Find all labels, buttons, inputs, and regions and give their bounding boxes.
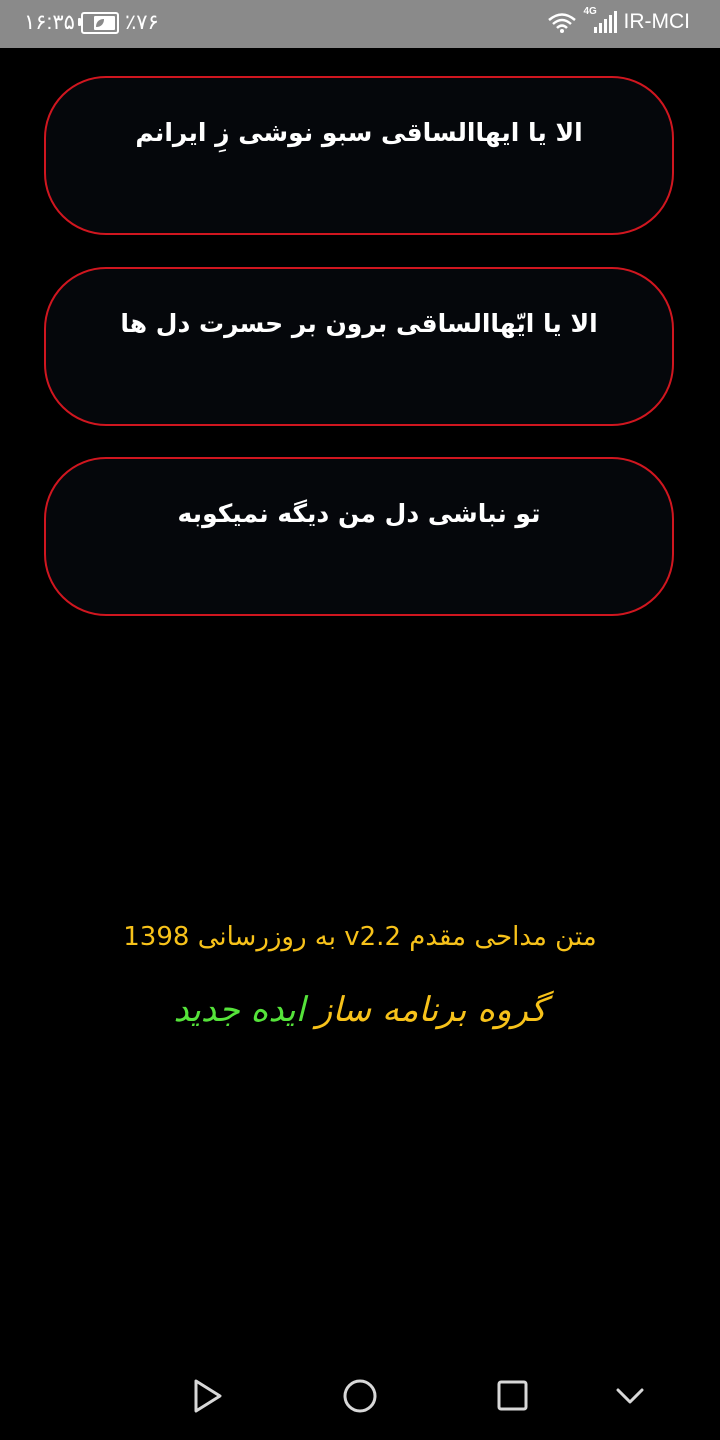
- navigation-bar: [0, 1352, 720, 1440]
- status-right: 4G IR-MCI: [546, 6, 691, 34]
- square-recents-icon: [497, 1380, 528, 1411]
- signal-bars-icon: [593, 11, 617, 33]
- recents-button[interactable]: [491, 1374, 535, 1418]
- play-triangle-icon: [194, 1379, 222, 1413]
- chevron-down-icon: [616, 1388, 644, 1404]
- play-button[interactable]: [185, 1374, 229, 1418]
- clock: ۱۶:۳۵: [24, 11, 75, 34]
- version-text: متن مداحی مقدم v2.2 به روزرسانی 1398: [123, 922, 597, 952]
- battery-saver-leaf-icon: [95, 18, 104, 27]
- developer-credit-name: ایده جدید: [173, 990, 306, 1030]
- circle-home-icon: [343, 1379, 377, 1413]
- developer-credit-prefix: گروه برنامه ساز: [315, 990, 547, 1030]
- wifi-icon: [547, 13, 576, 33]
- hide-navigation-button[interactable]: [608, 1374, 652, 1418]
- battery-percent: ٪۷۶: [124, 11, 159, 34]
- list-item[interactable]: الا یا ایهاالساقی سبو نوشی زِ ایرانم: [44, 76, 674, 235]
- battery-icon: [77, 11, 119, 34]
- list-item[interactable]: تو نباشی دل من دیگه نمیکوبه: [44, 457, 674, 616]
- list-item-title: الا یا ایهاالساقی سبو نوشی زِ ایرانم: [135, 118, 583, 147]
- list-item-title: تو نباشی دل من دیگه نمیکوبه: [177, 499, 541, 528]
- status-bar: ۱۶:۳۵ ٪۷۶ 4G IR-MCI: [0, 0, 720, 48]
- developer-credit: گروه برنامه ساز ایده جدید: [0, 990, 720, 1030]
- carrier-name: IR-MCI: [623, 10, 691, 33]
- status-left: ۱۶:۳۵ ٪۷۶: [24, 10, 159, 35]
- list-item-title: الا یا ایّهاالساقی برون بر حسرت دل ها: [120, 309, 598, 338]
- home-button[interactable]: [338, 1374, 382, 1418]
- cellular-signal-icon: 4G: [584, 6, 618, 34]
- list-item[interactable]: الا یا ایّهاالساقی برون بر حسرت دل ها: [44, 267, 674, 426]
